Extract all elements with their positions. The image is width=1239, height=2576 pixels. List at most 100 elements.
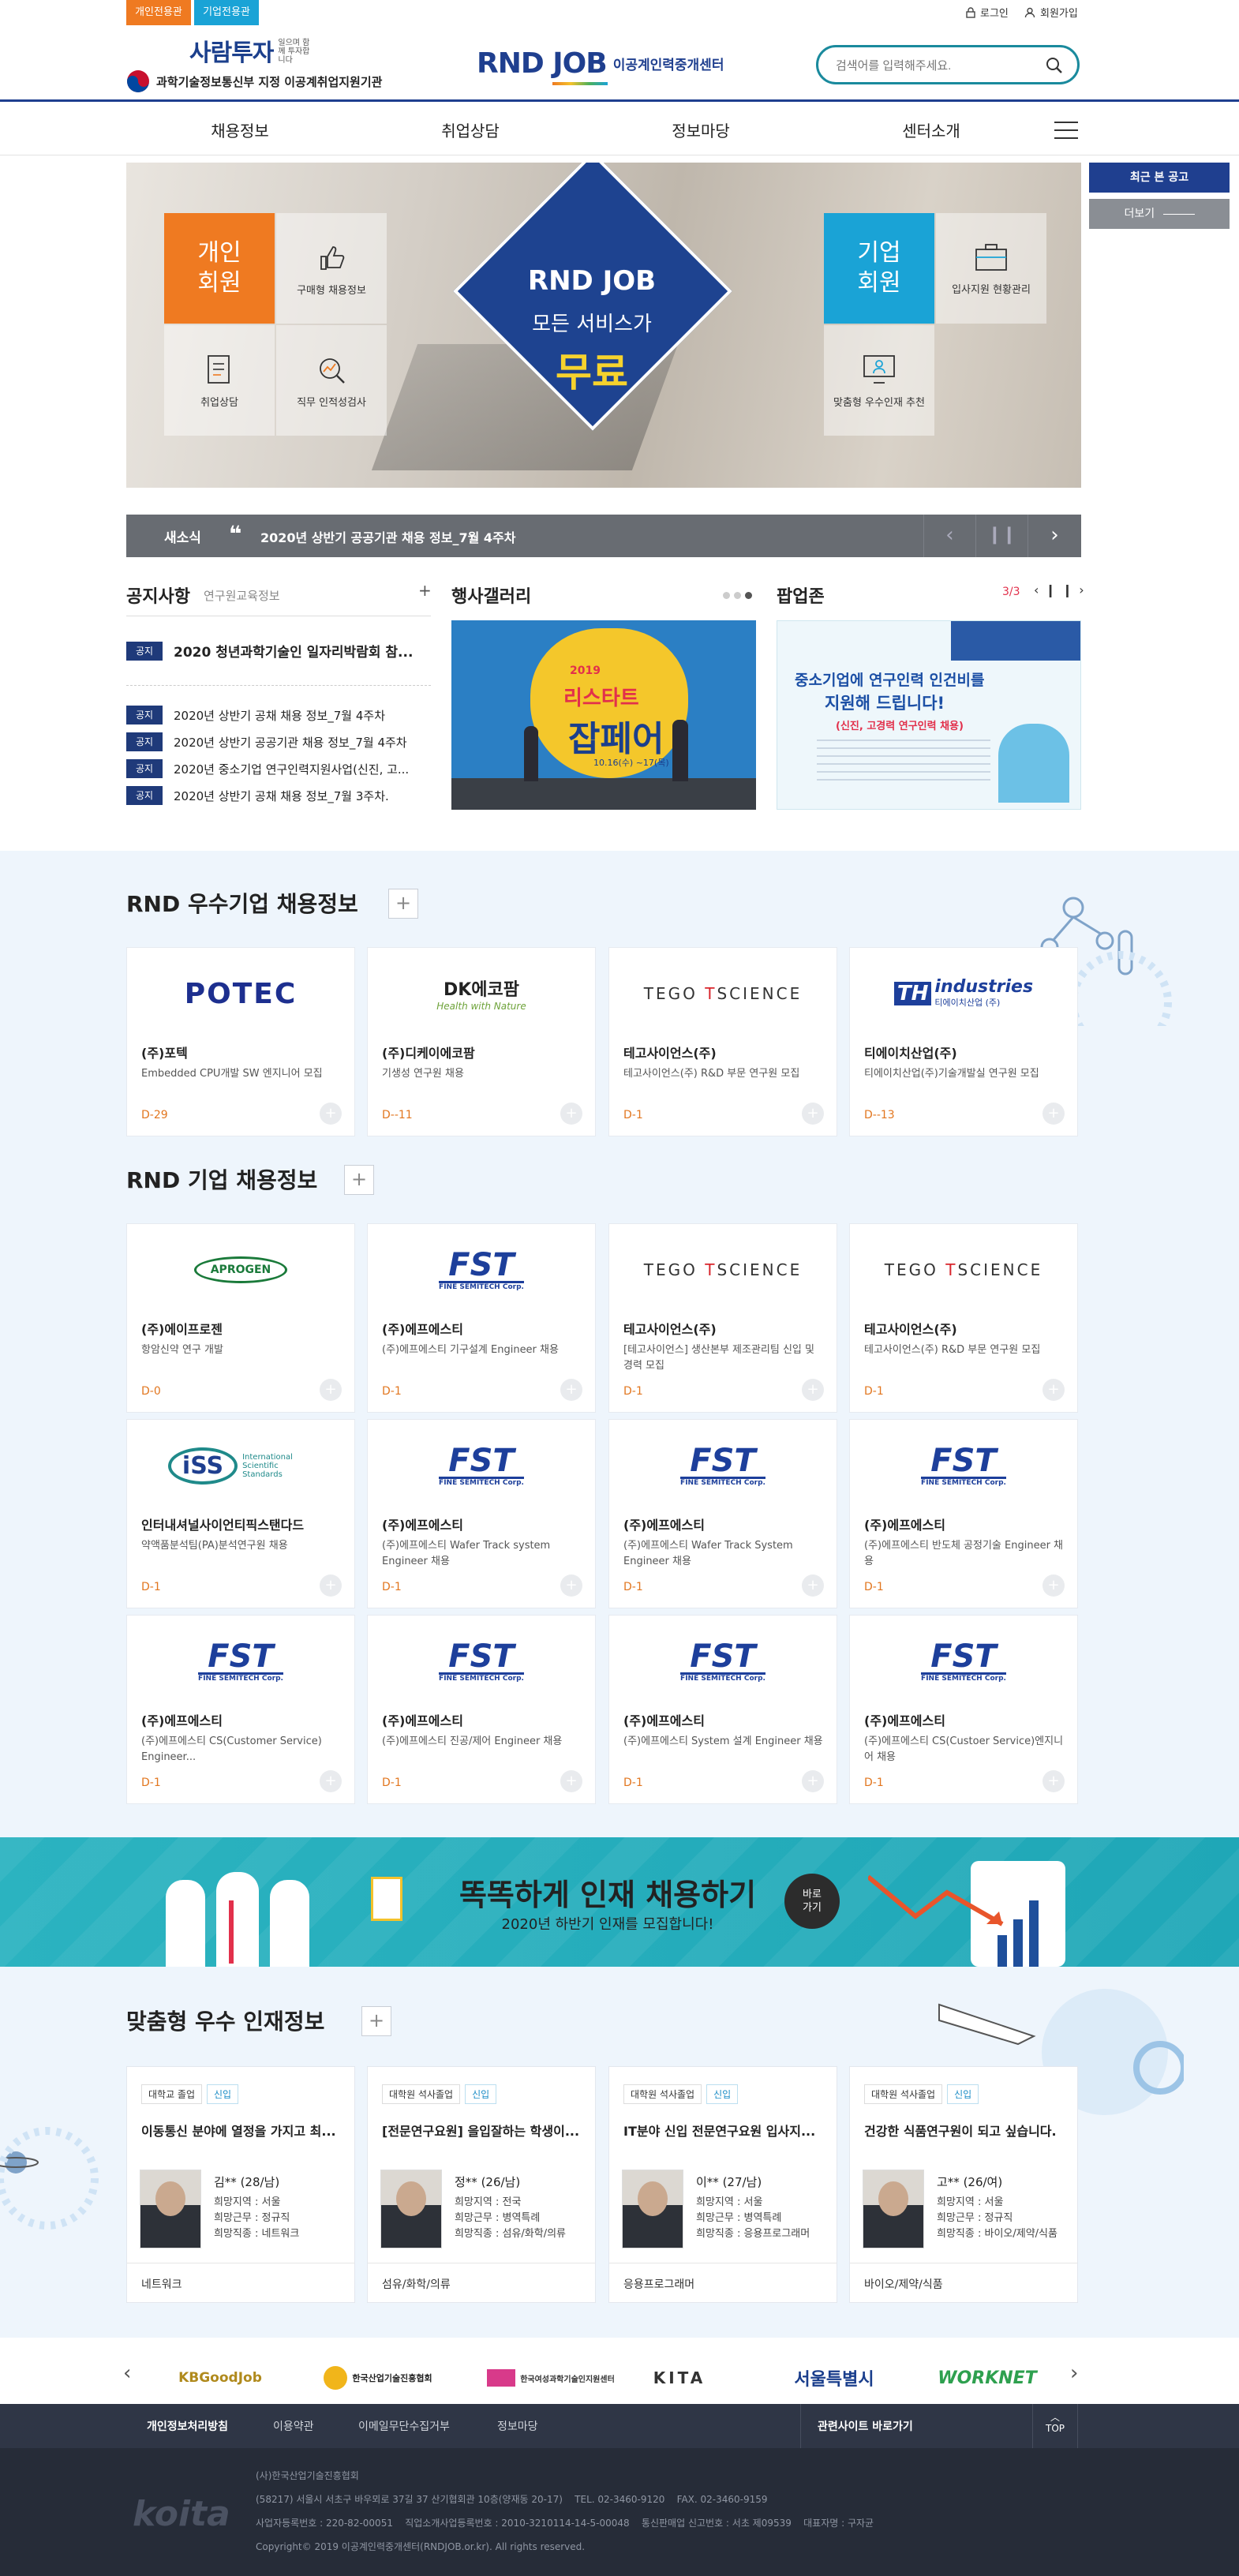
add-icon[interactable]: + bbox=[1042, 1103, 1065, 1125]
nav-counsel[interactable]: 취업상담 bbox=[407, 118, 533, 141]
add-icon[interactable]: + bbox=[802, 1379, 824, 1401]
hero-aptitude-box[interactable]: 직무 인적성검사 bbox=[276, 325, 387, 436]
nav-info[interactable]: 정보마당 bbox=[638, 118, 764, 141]
job-card[interactable]: TEGO TSCIENCE 테고사이언스(주) [테고사이언스] 생산본부 제조관리… bbox=[608, 1223, 837, 1413]
news-pause-button[interactable]: ❙❙ bbox=[975, 515, 1028, 557]
partner-kbgoodjob[interactable]: KBGoodJob bbox=[169, 2362, 271, 2394]
add-icon[interactable]: + bbox=[320, 1379, 342, 1401]
partner-kita[interactable]: KITA bbox=[636, 2362, 723, 2394]
add-icon[interactable]: + bbox=[802, 1574, 824, 1597]
partners-next-button[interactable]: › bbox=[1070, 2361, 1078, 2385]
add-icon[interactable]: + bbox=[320, 1574, 342, 1597]
talent-card[interactable]: 대학원 석사졸업 신입 건강한 식품연구원이 되고 싶습니다. 고** (26/여) 희… bbox=[849, 2066, 1078, 2303]
login-link[interactable]: 로그인 bbox=[966, 5, 1009, 20]
fst-logo: FST FINE SEMITECH Corp. bbox=[439, 1442, 524, 1487]
corporate-member-box[interactable]: 기업 회원 bbox=[824, 213, 934, 324]
job-card[interactable]: POTEC (주)포텍 Embedded CPU개발 SW 엔지니어 모집 D-29 + bbox=[126, 947, 355, 1136]
notice-badge: 공지 bbox=[126, 706, 163, 724]
add-icon[interactable]: + bbox=[1042, 1574, 1065, 1597]
company-logo: FST FINE SEMITECH Corp. bbox=[850, 1638, 1077, 1685]
join-link[interactable]: 회원가입 bbox=[1024, 5, 1078, 20]
talent-field: 섬유/화학/의류 bbox=[368, 2263, 595, 2302]
scroll-top-button[interactable]: ︿ TOP bbox=[1032, 2404, 1078, 2448]
rndjob-logo[interactable]: RND JOB 이공계인력중개센터 bbox=[477, 39, 737, 87]
job-card[interactable]: FST FINE SEMITECH Corp. (주)에프에스티 (주)에프에스티 C… bbox=[849, 1615, 1078, 1804]
add-icon[interactable]: + bbox=[560, 1103, 582, 1125]
add-icon[interactable]: + bbox=[560, 1379, 582, 1401]
hero-personal-job-box[interactable]: 구매형 채용정보 bbox=[276, 213, 387, 324]
job-card[interactable]: FST FINE SEMITECH Corp. (주)에프에스티 (주)에프에스티 반… bbox=[849, 1419, 1078, 1608]
talent-area: 희망지역 : 전국 bbox=[455, 2196, 522, 2208]
job-description: 항암신약 연구 개발 bbox=[141, 1344, 223, 1356]
jobs-more-button[interactable]: + bbox=[344, 1165, 374, 1195]
job-card[interactable]: iSS International Scientific Standards 인터내… bbox=[126, 1419, 355, 1608]
gallery-dots[interactable] bbox=[723, 592, 752, 599]
job-card[interactable]: TEGO TSCIENCE 테고사이언스(주) 테고사이언스(주) R&D 부문 연… bbox=[608, 947, 837, 1136]
nav-about[interactable]: 센터소개 bbox=[868, 118, 994, 141]
footer-info-link[interactable]: 정보마당 bbox=[497, 2418, 538, 2434]
job-card[interactable]: FST FINE SEMITECH Corp. (주)에프에스티 (주)에프에스티 W… bbox=[367, 1419, 596, 1608]
job-card[interactable]: TH industries 티에이치산업 (주) 티에이치산업(주) 티에이치산업(주)… bbox=[849, 947, 1078, 1136]
job-card[interactable]: APROGEN (주)에이프로젠 항암신약 연구 개발 D-0 + bbox=[126, 1223, 355, 1413]
partner-seoul[interactable]: 서울특별시 bbox=[775, 2362, 893, 2394]
job-card[interactable]: FST FINE SEMITECH Corp. (주)에프에스티 (주)에프에스티 기… bbox=[367, 1223, 596, 1413]
nav-jobs[interactable]: 채용정보 bbox=[177, 118, 303, 141]
partners-prev-button[interactable]: ‹ bbox=[123, 2361, 131, 2385]
partner-koita[interactable]: 한국산업기술진흥협회 bbox=[319, 2362, 437, 2394]
footer-privacy-link[interactable]: 개인정보처리방침 bbox=[147, 2418, 228, 2434]
news-prev-button[interactable]: ‹ bbox=[923, 515, 975, 557]
job-card[interactable]: FST FINE SEMITECH Corp. (주)에프에스티 (주)에프에스티 S… bbox=[608, 1615, 837, 1804]
banner-go-button[interactable]: 바로 가기 bbox=[784, 1874, 840, 1929]
excellent-more-button[interactable]: + bbox=[388, 889, 418, 919]
search-input[interactable] bbox=[836, 55, 1033, 76]
tab-personal[interactable]: 개인전용관 bbox=[126, 0, 191, 25]
gallery-image[interactable]: 2019 리스타트 잡페어 10.16(수) ~17(목) bbox=[451, 620, 756, 810]
menu-icon[interactable] bbox=[1054, 122, 1078, 139]
job-card[interactable]: TEGO TSCIENCE 테고사이언스(주) 테고사이언스(주) R&D 부문 연… bbox=[849, 1223, 1078, 1413]
search-icon[interactable] bbox=[1046, 57, 1063, 74]
add-icon[interactable]: + bbox=[802, 1770, 824, 1792]
job-card[interactable]: FST FINE SEMITECH Corp. (주)에프에스티 (주)에프에스티 C… bbox=[126, 1615, 355, 1804]
search-box[interactable] bbox=[816, 45, 1080, 84]
notice-more-icon[interactable]: + bbox=[418, 581, 432, 600]
popup-image[interactable]: 중소기업에 연구인력 인건비를 지원해 드립니다! (신진, 고경력 연구인력 … bbox=[777, 620, 1081, 810]
talent-card[interactable]: 대학교 졸업 신입 이동통신 분야에 열정을 가지고 최... 김** (28/남) 희… bbox=[126, 2066, 355, 2303]
notice-subtab[interactable]: 연구원교육정보 bbox=[204, 587, 280, 604]
add-icon[interactable]: + bbox=[1042, 1770, 1065, 1792]
news-link[interactable]: 2020년 상반기 공공기관 채용 정보_7월 4주차 bbox=[260, 527, 515, 546]
recent-jobs-button[interactable]: 최근 본 공고 bbox=[1089, 163, 1230, 193]
talent-card[interactable]: 대학원 석사졸업 신입 [전문연구요원] 을입잘하는 학생이... 정** (26/남… bbox=[367, 2066, 596, 2303]
notice-item[interactable]: 공지 2020년 상반기 공채 채용 정보_7월 4주차 bbox=[126, 706, 385, 724]
job-card[interactable]: FST FINE SEMITECH Corp. (주)에프에스티 (주)에프에스티 진… bbox=[367, 1615, 596, 1804]
header-divider bbox=[0, 99, 1239, 102]
notice-item[interactable]: 공지 2020년 상반기 공채 채용 정보_7월 3주차. bbox=[126, 786, 389, 805]
notice-headline[interactable]: 공지 2020 청년과학기술인 일자리박람회 참... bbox=[126, 641, 413, 661]
job-card[interactable]: DK에코팜 Health with Nature (주)디케이에코팜 기생성 연구원 … bbox=[367, 947, 596, 1136]
talent-card[interactable]: 대학원 석사졸업 신입 IT분야 신입 전문연구요원 입사지... 이** (27/남… bbox=[608, 2066, 837, 2303]
job-description: 테고사이언스(주) R&D 부문 연구원 모집 bbox=[864, 1344, 1041, 1356]
job-card[interactable]: FST FINE SEMITECH Corp. (주)에프에스티 (주)에프에스티 W… bbox=[608, 1419, 837, 1608]
talent-more-button[interactable]: + bbox=[361, 2006, 391, 2036]
add-icon[interactable]: + bbox=[320, 1770, 342, 1792]
tab-corporate[interactable]: 기업전용관 bbox=[194, 0, 259, 25]
footer-email-link[interactable]: 이메일무단수집거부 bbox=[358, 2418, 450, 2434]
news-next-button[interactable]: › bbox=[1028, 515, 1081, 557]
personal-member-box[interactable]: 개인 회원 bbox=[164, 213, 275, 324]
notice-item[interactable]: 공지 2020년 상반기 공공기관 채용 정보_7월 4주차 bbox=[126, 732, 407, 751]
footer-terms-link[interactable]: 이용약관 bbox=[273, 2418, 314, 2434]
popup-controls[interactable]: ‹❙❙› bbox=[1034, 582, 1091, 597]
add-icon[interactable]: + bbox=[1042, 1379, 1065, 1401]
partner-worknet[interactable]: WORKNET bbox=[928, 2362, 1046, 2394]
add-icon[interactable]: + bbox=[320, 1103, 342, 1125]
hero-application-box[interactable]: 입사지원 현황관리 bbox=[936, 213, 1046, 324]
hero-recommend-box[interactable]: 맞춤형 우수인재 추천 bbox=[824, 325, 934, 436]
add-icon[interactable]: + bbox=[560, 1574, 582, 1597]
hero-counsel-box[interactable]: 취업상담 bbox=[164, 325, 275, 436]
notice-item[interactable]: 공지 2020년 중소기업 연구인력지원사업(신진, 고... bbox=[126, 759, 409, 778]
partner-wiset[interactable]: 한국여성과학기술인지원센터 bbox=[472, 2362, 630, 2394]
footer-related-sites[interactable]: 관련사이트 바로가기 bbox=[818, 2418, 913, 2434]
add-icon[interactable]: + bbox=[560, 1770, 582, 1792]
side-more-button[interactable]: 더보기 bbox=[1089, 199, 1230, 229]
recruit-banner[interactable]: 똑똑하게 인재 채용하기 2020년 하반기 인재를 모집합니다! 바로 가기 bbox=[0, 1837, 1239, 1967]
add-icon[interactable]: + bbox=[802, 1103, 824, 1125]
